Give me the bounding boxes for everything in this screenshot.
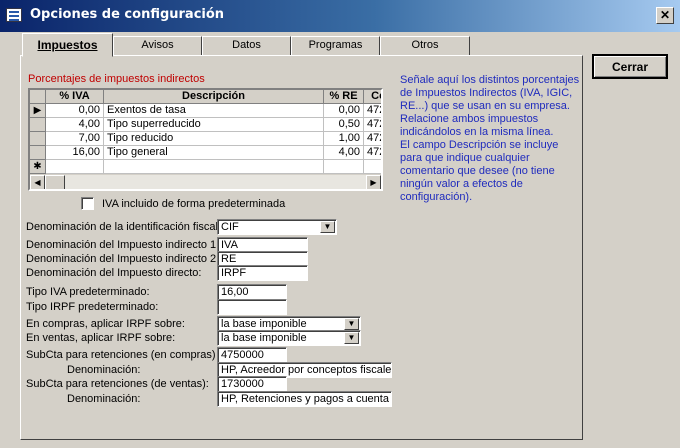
tab-otros[interactable]: Otros <box>380 36 470 56</box>
impuesto1-label: Denominación del Impuesto indirecto 1: <box>26 239 220 251</box>
new-cell-co[interactable] <box>364 160 381 174</box>
iva-incluido-checkbox[interactable] <box>81 197 94 210</box>
tipo-irpf-field[interactable] <box>217 299 287 315</box>
cell-co[interactable]: 472 <box>364 118 381 132</box>
cell-co[interactable]: 472 <box>364 146 381 160</box>
identificacion-select[interactable]: CIF ▼ <box>217 219 337 235</box>
cerrar-button[interactable]: Cerrar <box>592 54 668 79</box>
cell-iva[interactable]: 4,00 <box>46 118 104 132</box>
cell-re[interactable]: 0,50 <box>324 118 364 132</box>
arrow-right-icon[interactable]: ▶ <box>366 175 381 189</box>
subcta-compras-label: SubCta para retenciones (en compras) <box>26 349 216 361</box>
new-cell-iva[interactable] <box>46 160 104 174</box>
cell-iva[interactable]: 16,00 <box>46 146 104 160</box>
section-title: Porcentajes de impuestos indirectos <box>28 73 205 85</box>
identificacion-label: Denominación de la identificación fiscal… <box>26 221 222 233</box>
row-selector[interactable] <box>30 132 46 146</box>
cell-re[interactable]: 1,00 <box>324 132 364 146</box>
tipo-iva-label: Tipo IVA predeterminado: <box>26 286 150 298</box>
subcta-ventas-field[interactable]: 1730000 <box>217 376 287 392</box>
new-cell-re[interactable] <box>324 160 364 174</box>
cell-re[interactable]: 0,00 <box>324 104 364 118</box>
ventas-irpf-label: En ventas, aplicar IRPF sobre: <box>26 332 176 344</box>
ventas-irpf-select[interactable]: la base imponible ▼ <box>217 330 361 346</box>
tipo-irpf-label: Tipo IRPF predeterminado: <box>26 301 159 313</box>
ventas-irpf-value: la base imponible <box>221 332 307 344</box>
cell-descripcion[interactable]: Tipo general <box>104 146 324 160</box>
subcta-compras-field[interactable]: 4750000 <box>217 347 287 363</box>
tipo-iva-field[interactable]: 16,00 <box>217 284 287 300</box>
window-title: Opciones de configuración <box>30 7 225 22</box>
cell-descripcion[interactable]: Tipo superreducido <box>104 118 324 132</box>
close-button[interactable]: ✕ <box>656 7 674 24</box>
help-paragraph: Señale aquí los distintos porcentajes de… <box>400 74 580 138</box>
impuesto-directo-field[interactable]: IRPF <box>217 265 308 281</box>
cell-descripcion[interactable]: Tipo reducido <box>104 132 324 146</box>
impuesto-directo-label: Denominación del Impuesto directo: <box>26 267 202 279</box>
tab-panel-impuestos: Porcentajes de impuestos indirectos % IV… <box>20 55 583 440</box>
form-icon <box>6 8 22 22</box>
row-selector-current[interactable]: ▶ <box>30 104 46 118</box>
identificacion-value: CIF <box>221 221 239 233</box>
denom-ventas-field[interactable]: HP, Retenciones y pagos a cuenta <box>217 391 392 407</box>
grid-corner <box>30 90 46 104</box>
tab-impuestos[interactable]: Impuestos <box>22 33 113 57</box>
new-cell-descripcion[interactable] <box>104 160 324 174</box>
denom-ventas-label: Denominación: <box>67 393 141 405</box>
impuesto2-label: Denominación del Impuesto indirecto 2: <box>26 253 220 265</box>
title-bar: Opciones de configuración ✕ <box>0 0 680 32</box>
cell-co[interactable]: 472 <box>364 104 381 118</box>
subcta-ventas-label: SubCta para retenciones (de ventas): <box>26 378 209 390</box>
tab-datos[interactable]: Datos <box>202 36 291 56</box>
cell-iva[interactable]: 7,00 <box>46 132 104 146</box>
compras-irpf-value: la base imponible <box>221 318 307 330</box>
iva-incluido-label: IVA incluido de forma predeterminada <box>102 198 286 210</box>
cell-iva[interactable]: 0,00 <box>46 104 104 118</box>
chevron-down-icon[interactable]: ▼ <box>344 332 359 344</box>
arrow-left-icon[interactable]: ◀ <box>30 175 45 189</box>
col-header-re[interactable]: % RE <box>324 90 364 104</box>
chevron-down-icon[interactable]: ▼ <box>320 221 335 233</box>
col-header-descripcion[interactable]: Descripción <box>104 90 324 104</box>
help-paragraph: El campo Descripción se incluye para que… <box>400 139 559 203</box>
row-selector[interactable] <box>30 146 46 160</box>
row-selector[interactable] <box>30 118 46 132</box>
grid-horizontal-scrollbar[interactable]: ◀ ▶ <box>30 174 381 189</box>
chevron-down-icon[interactable]: ▼ <box>344 318 359 330</box>
col-header-iva[interactable]: % IVA <box>46 90 104 104</box>
cell-re[interactable]: 4,00 <box>324 146 364 160</box>
col-header-co[interactable]: Co <box>364 90 381 104</box>
compras-irpf-label: En compras, aplicar IRPF sobre: <box>26 318 185 330</box>
impuestos-grid[interactable]: % IVA Descripción % RE Co ▶ 0,00 Exentos… <box>28 88 383 191</box>
help-text: Señale aquí los distintos porcentajes de… <box>400 74 580 204</box>
tab-avisos[interactable]: Avisos <box>113 36 202 56</box>
cell-descripcion[interactable]: Exentos de tasa <box>104 104 324 118</box>
cell-co[interactable]: 472 <box>364 132 381 146</box>
scroll-thumb[interactable] <box>45 175 65 189</box>
new-row-selector[interactable]: ✱ <box>30 160 46 174</box>
denom-compras-label: Denominación: <box>67 364 141 376</box>
tab-programas[interactable]: Programas <box>291 36 380 56</box>
